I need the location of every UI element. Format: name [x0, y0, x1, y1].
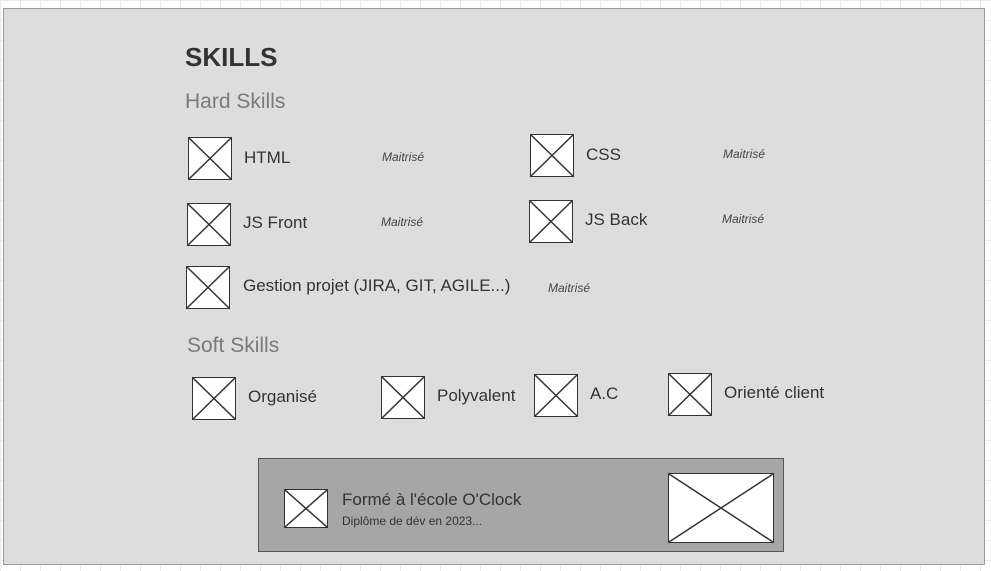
polyvalent-skill-image-placeholder-icon: [381, 376, 425, 419]
js-back-skill-image-placeholder-icon: [529, 200, 573, 243]
soft-skill-name-organise: Organisé: [248, 387, 317, 406]
hard-skill-name-css: CSS: [586, 145, 621, 164]
hard-skill-level-css: Maitrisé: [723, 147, 766, 161]
hard-skill-name-js-front: JS Front: [243, 213, 308, 232]
hard-skill-name-project-management: Gestion projet (JIRA, GIT, AGILE...): [243, 276, 511, 295]
training-image-placeholder-icon: [284, 489, 328, 528]
hard-skills-heading: Hard Skills: [185, 90, 286, 113]
school-logo-placeholder-icon: [668, 473, 774, 543]
soft-skill-name-polyvalent: Polyvalent: [437, 386, 516, 405]
soft-skill-name-client-oriented: Orienté client: [724, 383, 825, 402]
css-skill-image-placeholder-icon: [530, 134, 574, 177]
training-subtitle: Diplôme de dév en 2023...: [342, 514, 483, 528]
soft-skills-heading: Soft Skills: [187, 334, 280, 357]
page-title: SKILLS: [185, 42, 278, 72]
html-skill-image-placeholder-icon: [188, 137, 232, 180]
hard-skill-name-js-back: JS Back: [585, 210, 648, 229]
ac-skill-image-placeholder-icon: [534, 374, 578, 417]
js-front-skill-image-placeholder-icon: [187, 203, 231, 246]
hard-skill-level-project-management: Maitrisé: [548, 281, 591, 295]
organise-skill-image-placeholder-icon: [192, 377, 236, 420]
hard-skill-level-html: Maitrisé: [382, 150, 425, 164]
hard-skill-level-js-back: Maitrisé: [722, 212, 765, 226]
training-banner: Formé à l'école O'Clock Diplôme de dév e…: [258, 458, 784, 552]
hard-skill-name-html: HTML: [244, 148, 291, 167]
client-oriented-skill-image-placeholder-icon: [668, 373, 712, 416]
project-management-skill-image-placeholder-icon: [186, 266, 230, 309]
soft-skill-name-ac: A.C: [590, 384, 619, 403]
training-title: Formé à l'école O'Clock: [342, 490, 522, 509]
hard-skill-level-js-front: Maitrisé: [381, 215, 424, 229]
